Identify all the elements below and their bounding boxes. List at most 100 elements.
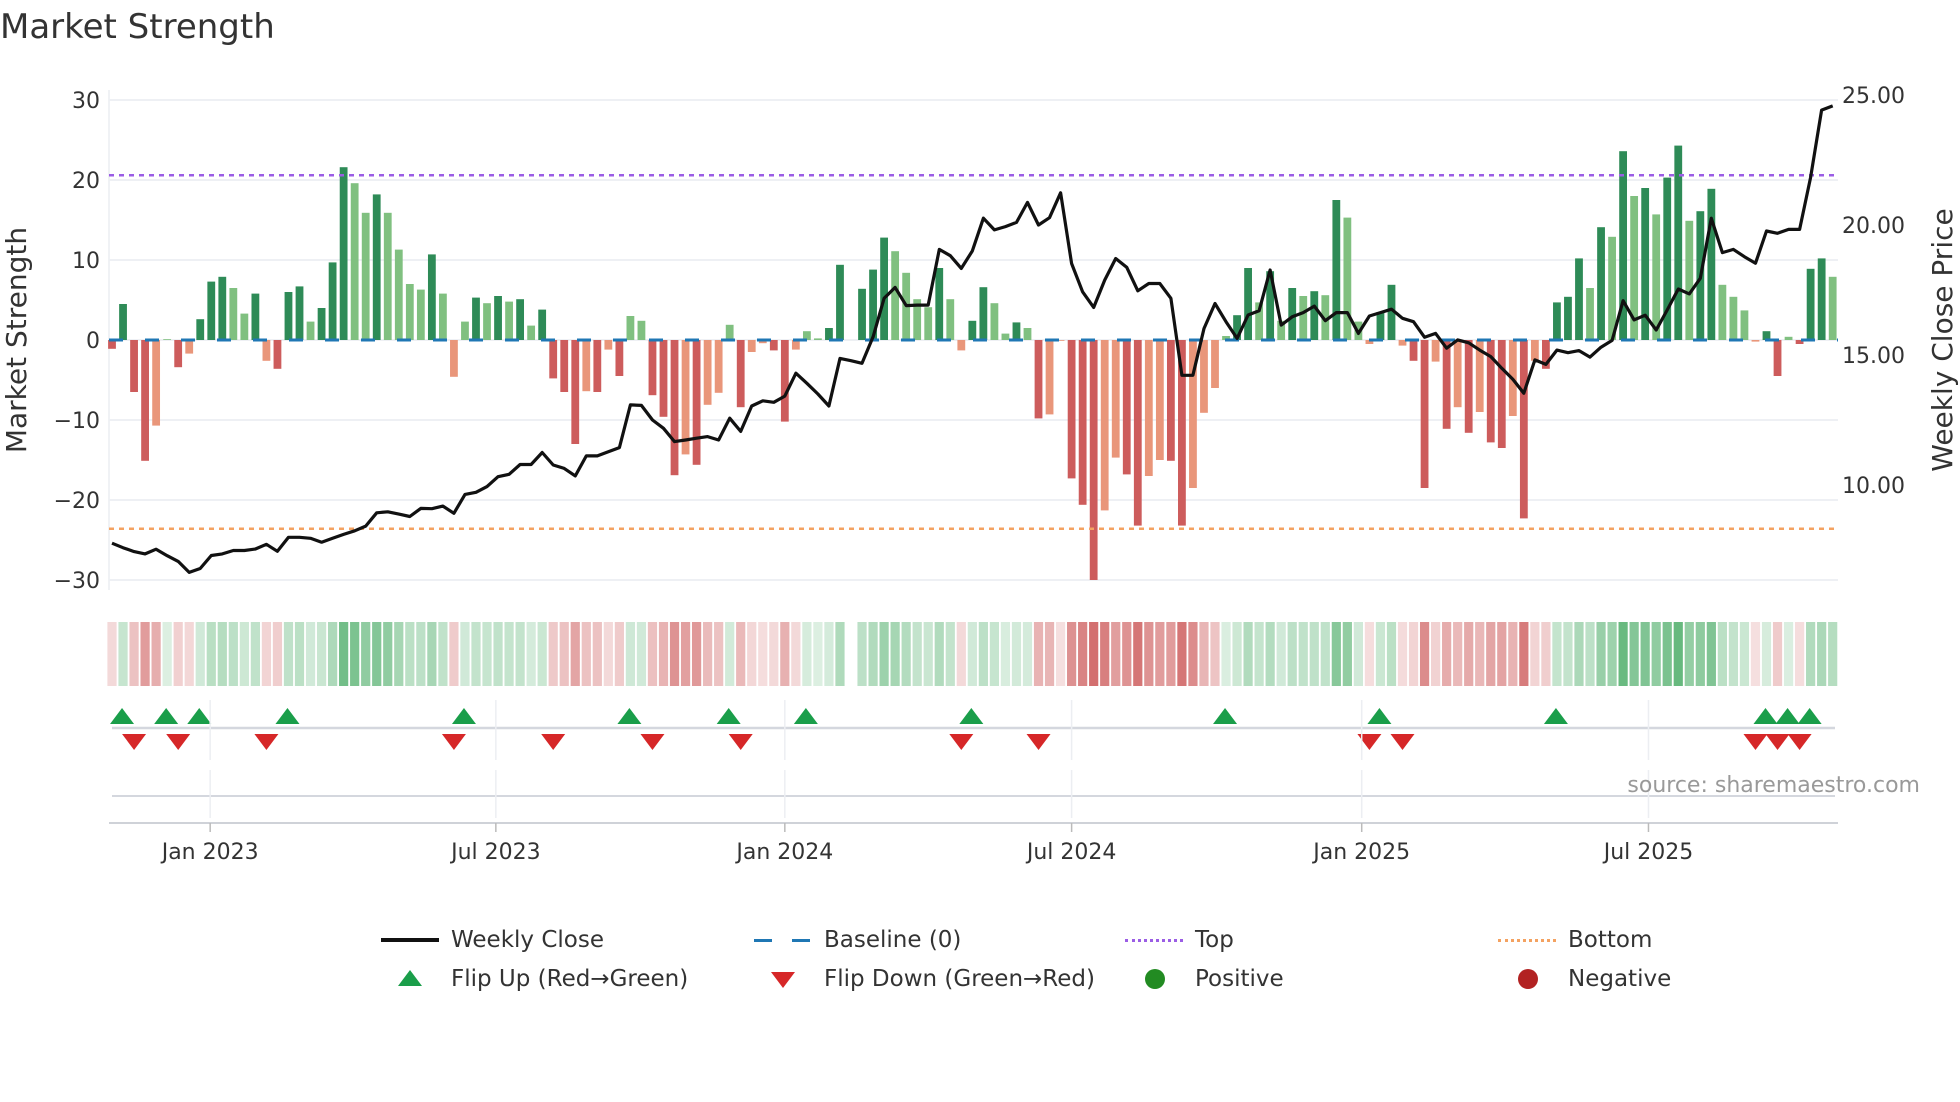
y-tick-label: −30: [54, 569, 100, 594]
strength-bar: [891, 251, 900, 340]
strength-bar: [1001, 333, 1010, 340]
strength-heat-cell: [1331, 622, 1341, 686]
strength-heat-cell: [1563, 622, 1573, 686]
strength-heat-cell: [1530, 622, 1540, 686]
strength-heat-cell: [1828, 622, 1838, 686]
strength-heat-cell: [1188, 622, 1198, 686]
strength-bar: [780, 340, 789, 422]
strength-bar: [1751, 340, 1760, 342]
strength-heat-cell: [1298, 622, 1308, 686]
strength-bar: [924, 307, 933, 340]
strength-bar: [1729, 296, 1738, 340]
circle-icon: [1498, 964, 1562, 994]
flip-down-marker: [949, 734, 974, 750]
strength-bar: [262, 340, 271, 361]
strength-bar: [1034, 340, 1043, 419]
strength-heat-cell: [1221, 622, 1231, 686]
strength-heat-cell: [1155, 622, 1165, 686]
strength-bar: [1078, 340, 1087, 505]
strength-heat-cell: [250, 622, 260, 686]
strength-heat-cell: [372, 622, 382, 686]
strength-heat-cell: [1695, 622, 1705, 686]
strength-bar: [946, 299, 955, 340]
strength-heat-cell: [173, 622, 183, 686]
strength-bar: [295, 286, 304, 340]
strength-heat-cell: [1210, 622, 1220, 686]
y-tick-label: 10: [72, 249, 100, 274]
strength-bar: [218, 276, 227, 340]
strength-heat-cell: [162, 622, 172, 686]
strength-heat-cell: [1431, 622, 1441, 686]
strength-bar: [1012, 322, 1021, 340]
strength-heat-cell: [1419, 622, 1430, 686]
strength-bar: [483, 303, 491, 340]
triangle-down-icon: [754, 964, 818, 994]
strength-bar: [814, 338, 822, 340]
x-tick-label: Jul 2025: [1602, 840, 1694, 865]
legend-label: Negative: [1568, 966, 1672, 992]
strength-bar: [273, 340, 282, 369]
strength-heat-cell: [1100, 622, 1110, 686]
strength-bar: [141, 340, 149, 461]
strength-heat-cell: [1728, 622, 1739, 686]
strength-bar: [1332, 200, 1341, 340]
strength-bar: [207, 281, 216, 340]
strength-heat-cell: [945, 622, 955, 686]
y-tick-label: 30: [72, 89, 100, 114]
strength-heat-cell: [1265, 622, 1275, 686]
strength-bar: [880, 237, 888, 340]
strength-heat-cell: [1750, 622, 1761, 686]
legend-label: Flip Up (Red→Green): [451, 966, 689, 992]
strength-heat-cell: [1375, 622, 1386, 686]
strength-heat-cell: [989, 622, 999, 686]
strength-bar: [1045, 340, 1054, 415]
y2-tick-label: 15.00: [1842, 344, 1905, 369]
strength-bar: [405, 284, 414, 340]
flip-down-marker: [728, 734, 753, 750]
strength-bar: [979, 287, 988, 340]
legend-positive: Positive: [1125, 964, 1284, 994]
strength-heat-cell: [1122, 622, 1132, 686]
flip-down-marker: [1743, 734, 1768, 750]
strength-bar: [372, 194, 381, 340]
strength-heat-cell: [923, 622, 933, 686]
strength-bar: [1343, 217, 1352, 340]
strength-bar: [1773, 340, 1782, 376]
dash-swatch-icon: [754, 925, 818, 955]
strength-heat-cell: [813, 622, 823, 686]
strength-heat-cell: [1166, 622, 1176, 686]
strength-heat-cell: [1497, 622, 1507, 686]
strength-bar: [119, 304, 127, 340]
strength-bar: [935, 268, 944, 340]
strength-heat-cell: [680, 622, 691, 686]
strength-bar: [1707, 188, 1716, 340]
strength-bar: [1244, 268, 1252, 340]
flip-down-marker: [1765, 734, 1790, 750]
strength-heat-cell: [714, 622, 724, 686]
flip-up-marker: [959, 708, 984, 724]
strength-heat-cell: [1033, 622, 1044, 686]
chart-title: Market Strength: [0, 7, 275, 47]
strength-bar: [1111, 340, 1120, 458]
strength-bar: [825, 328, 833, 340]
strength-bar: [747, 340, 756, 352]
strength-heat-cell: [824, 622, 834, 686]
strength-heat-cell: [405, 622, 415, 686]
strength-heat-cell: [294, 622, 305, 686]
strength-heat-cell: [1486, 622, 1496, 686]
flip-up-marker: [1367, 708, 1392, 724]
strength-bar: [659, 340, 668, 417]
strength-heat-cell: [1067, 622, 1077, 686]
strength-heat-cell: [1739, 622, 1750, 686]
strength-bar: [229, 288, 238, 340]
strength-bar: [593, 340, 602, 392]
strength-heat-cell: [1464, 622, 1474, 686]
y2-tick-label: 10.00: [1842, 474, 1905, 499]
strength-bar: [692, 340, 701, 465]
strength-heat-cell: [581, 622, 591, 686]
strength-bar: [394, 249, 403, 340]
strength-heat-cell: [1111, 622, 1121, 686]
strength-bar: [648, 340, 657, 396]
legend-label: Flip Down (Green→Red): [824, 966, 1095, 992]
strength-bar: [174, 340, 183, 368]
